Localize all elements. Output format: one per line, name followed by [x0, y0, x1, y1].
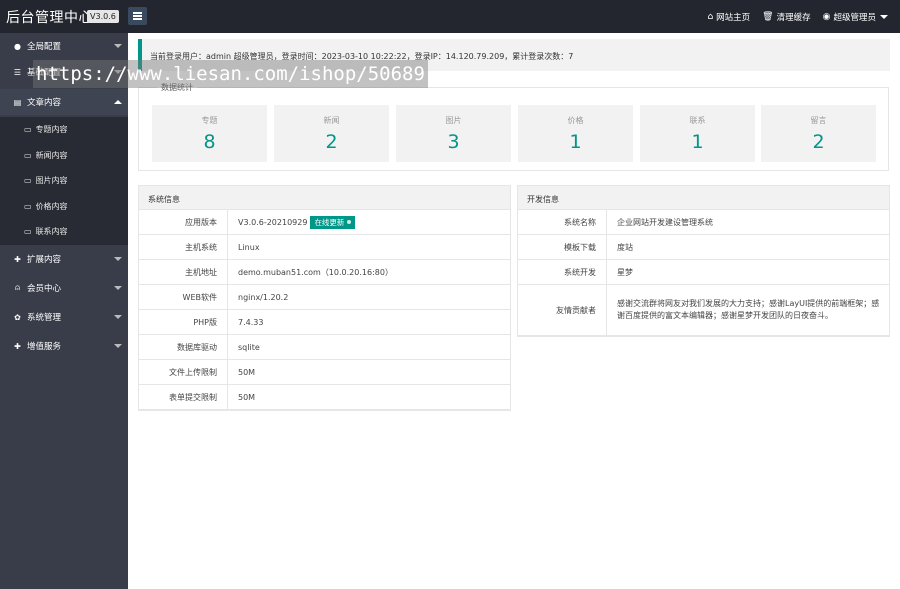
stat-card-news[interactable]: 新闻 2 [274, 105, 389, 162]
table-row: 应用版本 V3.0.6-20210929 在线更新 [139, 210, 510, 235]
table-row: 主机系统 Linux [139, 235, 510, 260]
file-icon: ▭ [24, 202, 32, 211]
sidebar: ● 全局配置 ☰ 基础配置 ▤ 文章内容 ▭ 专题内容 ▭ 新闻内容 ▭ 图片内… [0, 33, 128, 589]
sidebar-subitem-images[interactable]: ▭ 图片内容 [0, 168, 128, 193]
table-row: 文件上传限制 50M [139, 360, 510, 385]
sidebar-item-system-management[interactable]: ✿ 系统管理 [0, 304, 128, 330]
document-icon: ▤ [13, 97, 22, 107]
system-info-panel: 系统信息 应用版本 V3.0.6-20210929 在线更新 主机系统 Linu… [138, 185, 511, 411]
file-icon: ▭ [24, 151, 32, 160]
menu-icon [133, 12, 142, 14]
sliders-icon: ☰ [13, 67, 22, 77]
stats-panel: 数据统计 专题 8 新闻 2 图片 3 价格 1 联系 1 留言 2 [138, 82, 889, 171]
clear-cache-link[interactable]: 🗑 清理缓存 [762, 11, 810, 23]
sidebar-item-member-center[interactable]: ⍝ 会员中心 [0, 275, 128, 301]
top-links: ⌂ 网站主页 🗑 清理缓存 ◉ 超级管理员 [707, 0, 900, 33]
table-row: 数据库驱动 sqlite [139, 335, 510, 360]
home-icon: ⌂ [707, 11, 714, 22]
brand-title[interactable]: 后台管理中心 [6, 7, 93, 27]
dev-info-panel: 开发信息 系统名称 企业网站开发建设管理系统 模板下载 度站 系统开发 星梦 友… [517, 185, 890, 337]
sidebar-subitem-prices[interactable]: ▭ 价格内容 [0, 194, 128, 219]
menu-toggle-button[interactable] [128, 7, 147, 25]
online-update-button[interactable]: 在线更新 [310, 215, 356, 229]
table-row: PHP版 7.4.33 [139, 310, 510, 335]
table-row: WEB软件 nginx/1.20.2 [139, 285, 510, 310]
chevron-down-icon [114, 344, 122, 348]
chevron-up-icon [114, 100, 122, 104]
sidebar-item-value-added-services[interactable]: ✚ 增值服务 [0, 333, 128, 359]
stat-card-topics[interactable]: 专题 8 [152, 105, 267, 162]
watermark-overlay: https://www.liesan.com/ishop/50689 [33, 60, 428, 88]
table-row: 模板下载 度站 [518, 235, 889, 260]
puzzle-icon: ✚ [14, 341, 21, 351]
sidebar-item-article-content[interactable]: ▤ 文章内容 [0, 89, 128, 115]
dev-info-title: 开发信息 [518, 186, 889, 210]
sidebar-subitem-topics[interactable]: ▭ 专题内容 [0, 117, 128, 142]
gear-icon: ✿ [14, 312, 21, 322]
puzzle-icon: ✚ [14, 254, 21, 264]
main-content: 当前登录用户：admin 超级管理员，登录时间：2023-03-10 10:22… [128, 33, 900, 589]
stat-card-contact[interactable]: 联系 1 [640, 105, 755, 162]
trash-icon: 🗑 [762, 11, 774, 22]
sidebar-subitem-contact[interactable]: ▭ 联系内容 [0, 219, 128, 244]
system-info-title: 系统信息 [139, 186, 510, 210]
user-icon: ⍝ [15, 283, 20, 292]
caret-down-icon [880, 14, 888, 19]
site-home-link[interactable]: ⌂ 网站主页 [707, 11, 750, 23]
stat-card-messages[interactable]: 留言 2 [761, 105, 876, 162]
user-menu[interactable]: ◉ 超级管理员 [823, 11, 888, 23]
sidebar-item-extended-content[interactable]: ✚ 扩展内容 [0, 246, 128, 272]
version-badge: V3.0.6 [87, 10, 119, 23]
stat-card-images[interactable]: 图片 3 [396, 105, 511, 162]
user-icon: ◉ [822, 11, 831, 22]
globe-icon: ● [14, 41, 21, 51]
stat-card-prices[interactable]: 价格 1 [518, 105, 633, 162]
file-icon: ▭ [24, 125, 32, 134]
dot-icon [347, 220, 352, 224]
chevron-down-icon [114, 286, 122, 290]
chevron-down-icon [114, 44, 122, 48]
file-icon: ▭ [24, 176, 32, 185]
top-header: 后台管理中心 V3.0.6 ⌂ 网站主页 🗑 清理缓存 ◉ 超级管理员 [0, 0, 900, 33]
table-row: 主机地址 demo.muban51.com（10.0.20.16:80） [139, 260, 510, 285]
table-row: 系统开发 星梦 [518, 260, 889, 285]
chevron-down-icon [114, 257, 122, 261]
sidebar-submenu: ▭ 专题内容 ▭ 新闻内容 ▭ 图片内容 ▭ 价格内容 ▭ 联系内容 [0, 117, 128, 245]
sidebar-subitem-news[interactable]: ▭ 新闻内容 [0, 143, 128, 168]
file-icon: ▭ [24, 227, 32, 236]
table-row: 友情贡献者 感谢交流群将网友对我们发展的大力支持；感谢LayUI提供的前端框架；… [518, 285, 889, 336]
sidebar-item-global-config[interactable]: ● 全局配置 [0, 33, 128, 59]
table-row: 系统名称 企业网站开发建设管理系统 [518, 210, 889, 235]
table-row: 表单提交限制 50M [139, 385, 510, 410]
chevron-down-icon [114, 315, 122, 319]
